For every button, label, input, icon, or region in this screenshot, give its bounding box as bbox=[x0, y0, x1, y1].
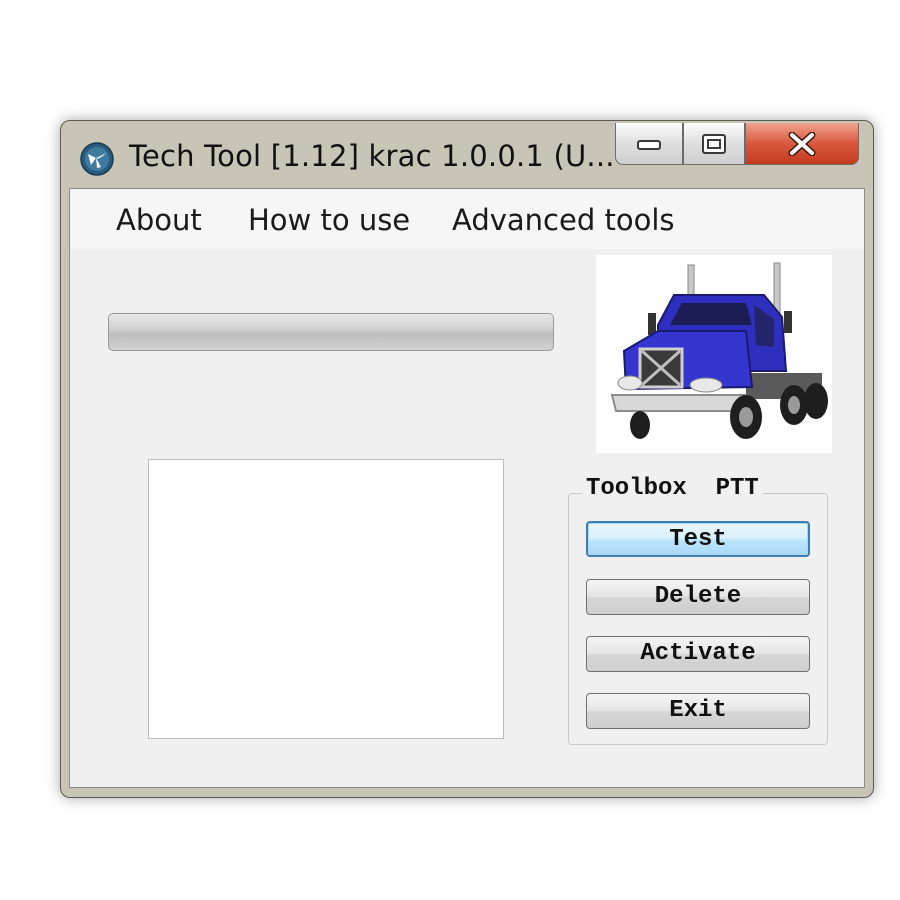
truck-icon bbox=[610, 262, 828, 439]
main-window: Tech Tool [1.12] krac 1.0.0.1 (U... Abou… bbox=[60, 120, 874, 798]
menu-advanced-tools[interactable]: Advanced tools bbox=[452, 203, 674, 237]
close-icon bbox=[788, 131, 816, 156]
window-title: Tech Tool [1.12] krac 1.0.0.1 (U... bbox=[129, 139, 615, 173]
title-bar[interactable]: Tech Tool [1.12] krac 1.0.0.1 (U... bbox=[61, 121, 873, 187]
delete-button[interactable]: Delete bbox=[586, 579, 810, 615]
exit-button[interactable]: Exit bbox=[586, 693, 810, 729]
menu-how-to-use[interactable]: How to use bbox=[248, 203, 410, 237]
maximize-button[interactable] bbox=[683, 123, 745, 165]
minimize-icon bbox=[637, 139, 661, 150]
close-button[interactable] bbox=[745, 123, 859, 165]
caption-buttons bbox=[615, 123, 859, 167]
test-button[interactable]: Test bbox=[586, 521, 810, 557]
progress-bar bbox=[108, 313, 554, 351]
maximize-icon bbox=[702, 133, 726, 154]
activate-button[interactable]: Activate bbox=[586, 636, 810, 672]
output-list[interactable] bbox=[148, 459, 504, 739]
app-icon bbox=[80, 142, 114, 176]
client-area: About How to use Advanced tools Toolbox … bbox=[69, 188, 865, 788]
toolbox-group-label: Toolbox PTT bbox=[582, 475, 763, 502]
truck-image bbox=[596, 255, 832, 453]
menu-bar: About How to use Advanced tools bbox=[70, 189, 864, 249]
menu-about[interactable]: About bbox=[116, 203, 202, 237]
minimize-button[interactable] bbox=[615, 123, 683, 165]
